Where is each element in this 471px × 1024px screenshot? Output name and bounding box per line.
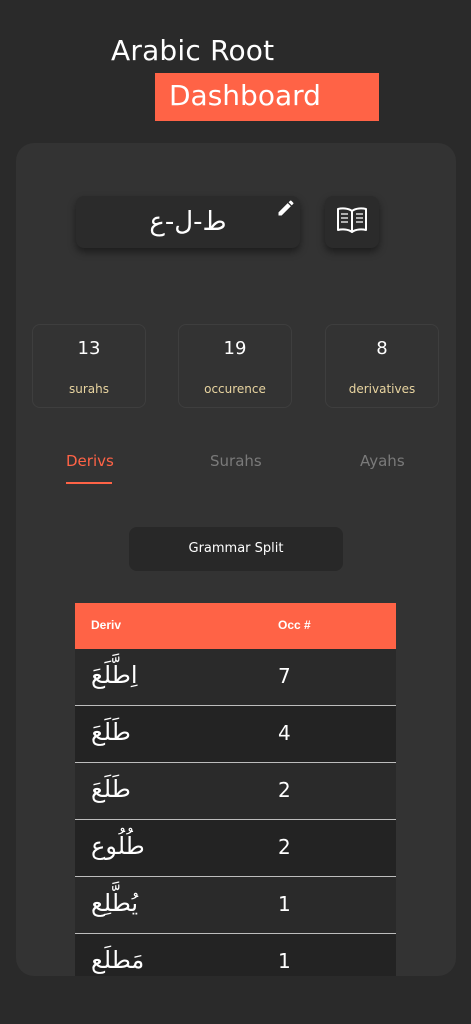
derivatives-table: Deriv Occ # اِطَّلَعَ 7 طَلَعَ 4 طَلَعَ … — [75, 603, 396, 976]
pencil-icon[interactable] — [276, 198, 296, 218]
table-row[interactable]: يُطَّلِع 1 — [75, 877, 396, 934]
tab-ayahs[interactable]: Ayahs — [360, 452, 405, 470]
deriv-cell: طُلُوع — [91, 832, 145, 860]
deriv-cell: مَطلَع — [91, 946, 145, 974]
table-row[interactable]: طَلَعَ 2 — [75, 763, 396, 820]
open-book-icon — [336, 206, 368, 238]
book-button[interactable] — [325, 196, 379, 248]
root-display[interactable]: ط-ل-ع — [76, 196, 300, 248]
stat-surahs: 13 surahs — [32, 324, 146, 408]
occ-cell: 4 — [278, 721, 291, 745]
column-header-occ[interactable]: Occ # — [278, 618, 311, 632]
deriv-cell: يُطَّلِع — [91, 889, 139, 917]
stat-occurence: 19 occurence — [178, 324, 292, 408]
column-header-deriv[interactable]: Deriv — [91, 618, 121, 632]
stat-occurence-value: 19 — [223, 338, 247, 359]
table-row[interactable]: مَطلَع 1 — [75, 934, 396, 976]
deriv-cell: طَلَعَ — [91, 775, 131, 803]
tab-surahs[interactable]: Surahs — [210, 452, 262, 470]
stat-derivatives-label: derivatives — [348, 382, 416, 396]
grammar-split-button[interactable]: Grammar Split — [129, 527, 343, 571]
page-title: Arabic Root — [111, 34, 275, 67]
table-row[interactable]: اِطَّلَعَ 7 — [75, 649, 396, 706]
root-text: ط-ل-ع — [149, 207, 227, 237]
stat-occurence-label: occurence — [204, 382, 266, 396]
occ-cell: 2 — [278, 835, 291, 859]
table-header: Deriv Occ # — [75, 603, 396, 649]
occ-cell: 2 — [278, 778, 291, 802]
table-row[interactable]: طُلُوع 2 — [75, 820, 396, 877]
active-tab-indicator — [66, 482, 112, 484]
stat-surahs-label: surahs — [68, 382, 109, 396]
deriv-cell: اِطَّلَعَ — [91, 661, 138, 689]
stat-derivatives: 8 derivatives — [325, 324, 439, 408]
stat-derivatives-value: 8 — [376, 338, 388, 359]
occ-cell: 1 — [278, 892, 291, 916]
table-row[interactable]: طَلَعَ 4 — [75, 706, 396, 763]
dashboard-card: ط-ل-ع 13 surahs 19 occurence 8 derivativ… — [16, 143, 456, 976]
occ-cell: 7 — [278, 664, 291, 688]
deriv-cell: طَلَعَ — [91, 718, 131, 746]
page: Arabic Root Dashboard ط-ل-ع 13 surahs 19… — [0, 0, 471, 1024]
stat-surahs-value: 13 — [77, 338, 101, 359]
tab-derivs[interactable]: Derivs — [66, 452, 114, 470]
occ-cell: 1 — [278, 949, 291, 973]
page-subtitle-highlight: Dashboard — [155, 73, 379, 121]
